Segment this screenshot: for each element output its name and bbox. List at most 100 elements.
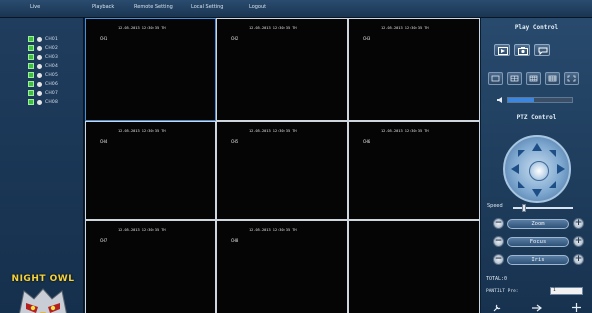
checkbox[interactable] [28, 72, 34, 78]
video-cell-1[interactable]: 12-05-2013 12:30:35 TH CH1 [85, 18, 216, 121]
video-cell-3[interactable]: 12-05-2013 12:30:35 TH CH3 [349, 19, 479, 120]
ptz-bottom-toolbar [481, 302, 592, 313]
channel-status-icon [37, 72, 42, 78]
cell-channel-label: CH6 [363, 139, 371, 144]
iris-control: − Iris + [493, 254, 584, 266]
menu-remote-setting[interactable]: Remote Setting [134, 4, 173, 10]
iris-label: Iris [507, 255, 569, 265]
checkbox[interactable] [28, 63, 34, 69]
checkbox[interactable] [28, 45, 34, 51]
checkbox[interactable] [28, 81, 34, 87]
channel-item[interactable]: CH08 [28, 98, 58, 106]
video-cell-6[interactable]: 12-05-2013 12:30:35 TH CH6 [349, 122, 479, 219]
layout-16-button[interactable] [545, 72, 560, 85]
owl-logo-icon [19, 288, 67, 313]
zoom-label: Zoom [507, 219, 569, 229]
focus-plus-button[interactable]: + [573, 236, 584, 247]
zoom-plus-button[interactable]: + [573, 218, 584, 229]
channel-item[interactable]: CH01 [28, 35, 58, 43]
zoom-control: − Zoom + [493, 218, 584, 230]
layout-4-icon [510, 75, 519, 82]
cross-icon[interactable] [572, 303, 581, 312]
total-count: TOTAL:0 [486, 276, 508, 282]
record-icon [498, 47, 508, 55]
video-cell-8[interactable]: 12-05-2013 12:30:35 TH CH8 [217, 221, 347, 313]
layout-16-icon [548, 75, 557, 82]
checkbox[interactable] [28, 90, 34, 96]
cell-timestamp: 12-05-2013 12:30:35 TH [249, 26, 297, 30]
layout-1-button[interactable] [488, 72, 503, 85]
iris-minus-button[interactable]: − [493, 254, 504, 265]
channel-item[interactable]: CH07 [28, 89, 58, 97]
focus-minus-button[interactable]: − [493, 236, 504, 247]
channel-status-icon [37, 81, 42, 87]
channel-item[interactable]: CH04 [28, 62, 58, 70]
video-grid: 12-05-2013 12:30:35 TH CH1 12-05-2013 12… [85, 18, 480, 313]
checkbox[interactable] [28, 54, 34, 60]
arrow-right-icon[interactable] [532, 304, 543, 312]
volume-slider[interactable] [507, 97, 573, 103]
ptz-direction-pad[interactable] [503, 135, 571, 203]
video-cell-7[interactable]: 12-05-2013 12:30:35 TH CH7 [86, 221, 215, 313]
arrow-up-right-icon[interactable] [549, 150, 556, 157]
zoom-minus-button[interactable]: − [493, 218, 504, 229]
arrow-down-icon[interactable] [532, 189, 542, 197]
arrow-left-icon[interactable] [511, 164, 519, 174]
checkbox[interactable] [28, 99, 34, 105]
channel-item[interactable]: CH06 [28, 80, 58, 88]
channel-label: CH08 [45, 99, 59, 105]
cell-channel-label: CH5 [231, 139, 239, 144]
logo-text: NIGHT OWL [11, 274, 75, 284]
fullscreen-icon [567, 75, 576, 82]
channel-status-icon [37, 63, 42, 69]
talk-icon [538, 47, 548, 55]
speaker-icon[interactable] [496, 96, 504, 104]
video-cell-9[interactable] [349, 221, 479, 313]
cell-timestamp: 12-05-2013 12:30:35 TH [249, 228, 297, 232]
arrow-down-left-icon[interactable] [518, 181, 525, 188]
volume-fill [508, 98, 534, 102]
layout-9-button[interactable] [526, 72, 541, 85]
speed-slider[interactable] [513, 204, 573, 212]
speed-slider-handle[interactable] [522, 204, 526, 212]
preset-label: PANTILT Pre: [486, 289, 519, 294]
cell-channel-label: CH3 [363, 36, 371, 41]
channel-label: CH05 [45, 72, 59, 78]
talk-button[interactable] [534, 44, 550, 56]
preset-input[interactable]: 1 [550, 287, 583, 295]
checkbox[interactable] [28, 36, 34, 42]
snapshot-button[interactable] [514, 44, 530, 56]
channel-label: CH03 [45, 54, 59, 60]
menu-playback[interactable]: Playback [92, 4, 114, 10]
arrow-up-left-icon[interactable] [518, 150, 525, 157]
arrow-right-icon[interactable] [557, 164, 565, 174]
top-menu-bar: Live Playback Remote Setting Local Setti… [0, 0, 592, 18]
arrow-down-right-icon[interactable] [549, 181, 556, 188]
channel-item[interactable]: CH03 [28, 53, 58, 61]
video-cell-4[interactable]: 12-05-2013 12:30:35 TH CH4 [86, 122, 215, 219]
channel-item[interactable]: CH05 [28, 71, 58, 79]
menu-logout[interactable]: Logout [249, 4, 266, 10]
cell-timestamp: 12-05-2013 12:30:35 TH [118, 26, 166, 30]
record-button[interactable] [494, 44, 510, 56]
wrench-icon[interactable] [493, 303, 502, 312]
arrow-up-icon[interactable] [532, 143, 542, 151]
cell-timestamp: 12-05-2013 12:30:35 TH [118, 228, 166, 232]
focus-control: − Focus + [493, 236, 584, 248]
channel-label: CH04 [45, 63, 59, 69]
ptz-control-title: PTZ Control [516, 114, 557, 121]
video-cell-5[interactable]: 12-05-2013 12:30:35 TH CH5 [217, 122, 347, 219]
control-panel: Play Control PTZ Control Speed − Zoom + … [481, 18, 592, 313]
video-cell-2[interactable]: 12-05-2013 12:30:35 TH CH2 [217, 19, 347, 120]
channel-label: CH02 [45, 45, 59, 51]
menu-live[interactable]: Live [30, 4, 40, 10]
ptz-center-button[interactable] [529, 161, 549, 181]
cell-channel-label: CH1 [100, 36, 108, 41]
layout-9-icon [529, 75, 538, 82]
iris-plus-button[interactable]: + [573, 254, 584, 265]
cell-channel-label: CH8 [231, 238, 239, 243]
layout-4-button[interactable] [507, 72, 522, 85]
menu-local-setting[interactable]: Local Setting [191, 4, 223, 10]
channel-item[interactable]: CH02 [28, 44, 58, 52]
fullscreen-button[interactable] [564, 72, 579, 85]
